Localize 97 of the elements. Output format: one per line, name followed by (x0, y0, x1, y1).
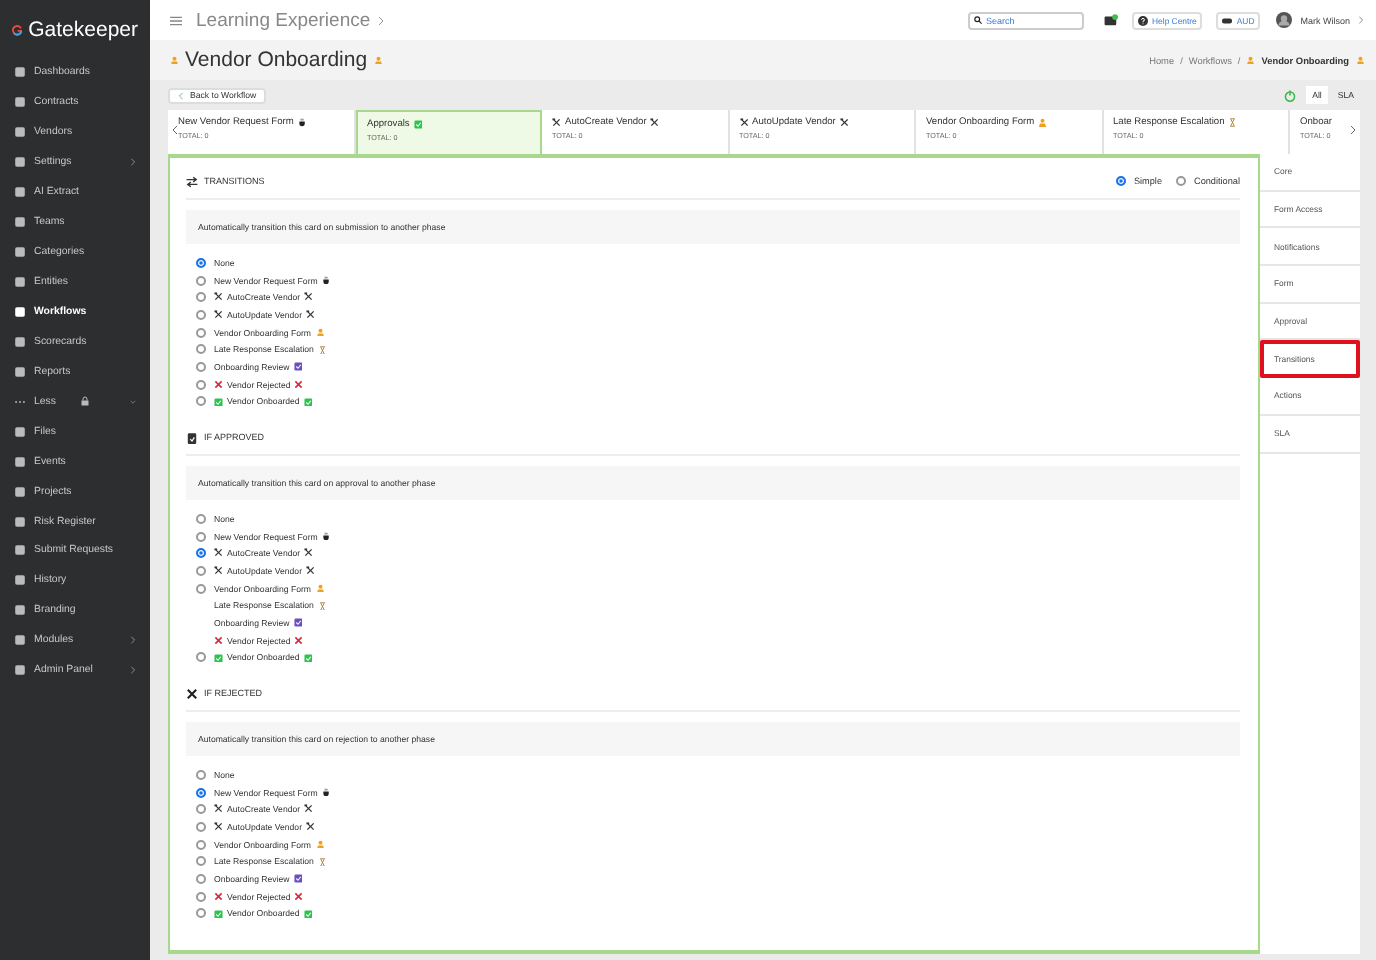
square-icon (14, 126, 26, 139)
square-icon (14, 66, 26, 79)
square-icon (14, 335, 26, 348)
chevron-icon (178, 91, 184, 99)
checkbox-icon (293, 874, 303, 884)
person-icon (373, 55, 383, 65)
cup-icon (321, 787, 331, 797)
cross-icon (294, 635, 304, 645)
square-icon (14, 365, 26, 378)
clipboard-icon (186, 431, 198, 443)
arrows-icon (186, 175, 198, 187)
radio-button[interactable] (196, 652, 206, 663)
radio-button[interactable] (196, 309, 206, 320)
hourglass-icon (317, 345, 327, 355)
cup-icon (321, 531, 331, 541)
chevron-icon[interactable] (172, 124, 178, 136)
square-icon (14, 574, 26, 587)
radio-button[interactable] (196, 787, 206, 798)
person-icon (1246, 55, 1256, 65)
radio-button[interactable] (196, 548, 206, 559)
search-icon (973, 16, 982, 24)
chevron-icon[interactable] (1350, 124, 1356, 136)
cross-icon (294, 891, 304, 901)
radio-button[interactable] (196, 379, 206, 390)
person-icon (315, 839, 324, 849)
square-icon (14, 544, 26, 557)
person-icon (1038, 118, 1048, 128)
radio-button[interactable] (196, 513, 206, 524)
checkbox-icon (214, 397, 223, 407)
radio-button[interactable] (196, 361, 206, 372)
checkbox-icon (413, 120, 423, 130)
envelope-icon[interactable] (1104, 14, 1119, 26)
timer-icon[interactable] (1284, 89, 1297, 101)
brand-name: Gatekeeper (28, 18, 138, 42)
hourglass-icon (317, 601, 327, 611)
square-icon (14, 96, 26, 109)
square-icon (14, 455, 26, 468)
radio-button[interactable] (196, 856, 206, 867)
radio-button[interactable] (1115, 176, 1126, 186)
radio-button[interactable] (196, 257, 206, 268)
person-icon (315, 583, 324, 593)
radio-button[interactable] (196, 531, 206, 542)
square-icon (14, 664, 26, 677)
square-icon (14, 216, 26, 229)
checkbox-icon (303, 653, 313, 663)
radio-button[interactable] (196, 873, 206, 884)
checkbox-icon (293, 618, 303, 628)
question-icon (1138, 15, 1149, 25)
square-icon (14, 186, 26, 199)
chevron-icon (1358, 16, 1364, 24)
square-icon (14, 156, 26, 169)
cross-icon (294, 379, 304, 389)
cross-icon (214, 891, 223, 901)
person-icon (315, 327, 324, 337)
menu-icon[interactable] (170, 15, 182, 25)
cross-icon (214, 635, 223, 645)
cup-icon (321, 275, 331, 285)
person-icon (1355, 55, 1364, 65)
square-icon (14, 634, 26, 647)
radio-button[interactable] (196, 565, 206, 576)
page-context-title[interactable]: Learning Experience (196, 9, 371, 31)
radio-button[interactable] (196, 839, 206, 850)
chevron-icon (378, 15, 385, 25)
square-icon (14, 485, 26, 498)
person-icon (170, 55, 179, 65)
radio-button[interactable] (196, 769, 206, 780)
checkbox-icon (293, 362, 303, 372)
square-icon (14, 305, 26, 318)
square-icon (14, 515, 26, 528)
radio-button[interactable] (196, 891, 206, 902)
dots-icon (14, 395, 26, 408)
checkbox-icon (303, 397, 313, 407)
square-icon (14, 276, 26, 289)
checkbox-icon (303, 909, 313, 919)
page-title: Vendor Onboarding (185, 48, 368, 72)
radio-button[interactable] (196, 292, 206, 303)
radio-button[interactable] (196, 804, 206, 815)
radio-button[interactable] (196, 344, 206, 355)
cross-icon (214, 379, 223, 389)
avatar-icon[interactable] (1276, 12, 1293, 28)
radio-button[interactable] (196, 396, 206, 407)
square-icon (14, 246, 26, 259)
checkbox-icon (214, 909, 223, 919)
radio-button[interactable] (196, 583, 206, 594)
close-icon (186, 687, 198, 699)
radio-button[interactable] (196, 821, 206, 832)
radio-button[interactable] (1176, 176, 1186, 186)
checkbox-icon (214, 653, 223, 663)
square-icon (14, 604, 26, 617)
radio-button[interactable] (196, 275, 206, 286)
lock-icon (79, 396, 90, 407)
square-icon (14, 425, 26, 438)
radio-button[interactable] (196, 327, 206, 338)
hourglass-icon (1228, 118, 1238, 128)
hourglass-icon (317, 857, 327, 867)
cup-icon (297, 118, 307, 128)
radio-button[interactable] (196, 908, 206, 919)
